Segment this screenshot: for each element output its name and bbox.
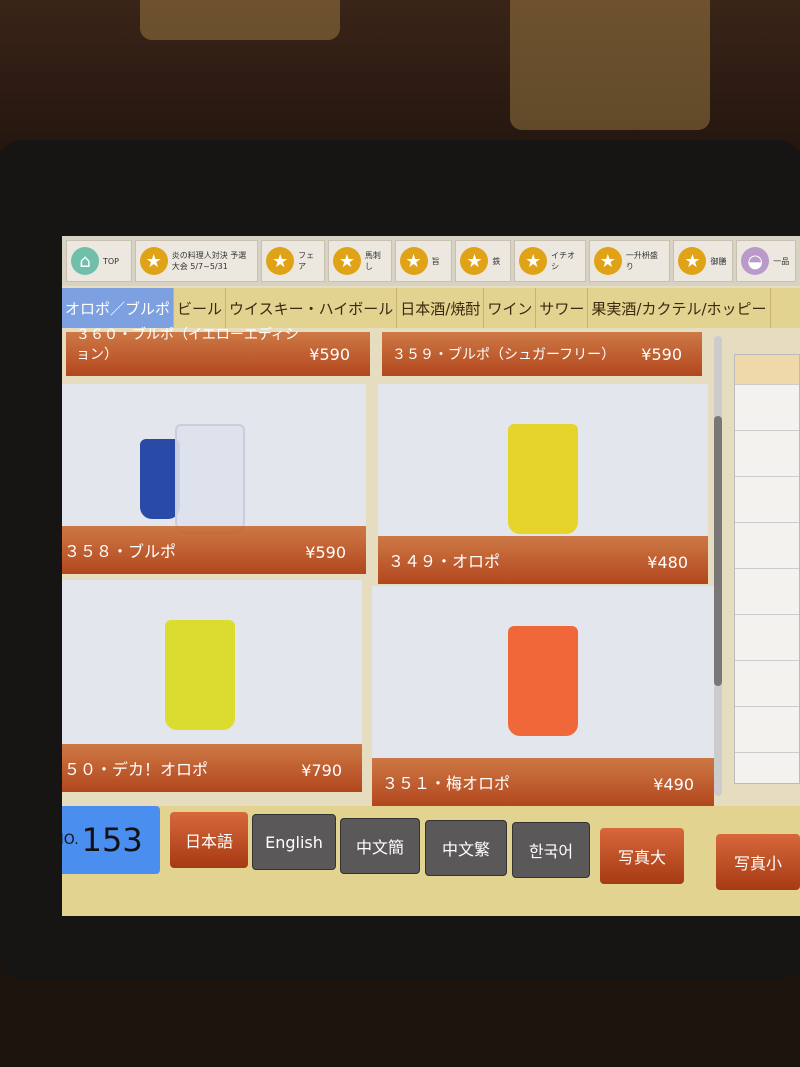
- lang-zh-traditional-button[interactable]: 中文繁: [425, 820, 507, 876]
- photo-large-button[interactable]: 写真大: [600, 828, 684, 884]
- category-wine[interactable]: ワイン: [484, 288, 537, 328]
- lang-korean-button[interactable]: 한국어: [512, 822, 590, 878]
- tab-fair[interactable]: ★ フェア: [261, 240, 325, 282]
- table-number-value: 153: [81, 821, 143, 859]
- menu-grid: ３６０・ブルポ（イエローエディション） ¥590 ３５９・ブルポ（シュガーフリー）…: [62, 327, 714, 806]
- category-cocktail[interactable]: 果実酒/カクテル/ホッピー: [588, 288, 771, 328]
- item-name: ３５０・デカ！オロポ: [62, 760, 209, 779]
- tab-basashi[interactable]: ★ 馬刺し: [327, 240, 392, 282]
- item-name: ３４９・オロポ: [388, 552, 501, 571]
- bottom-bar: NO.153 日本語 English 中文簡 中文繁 한국어 写真大 写真小: [62, 806, 800, 916]
- item-price: ¥590: [641, 345, 682, 364]
- glass: [140, 0, 340, 40]
- menu-item[interactable]: ３５１・梅オロポ ¥490: [372, 586, 714, 806]
- star-icon: ★: [519, 247, 548, 275]
- star-icon: ★: [399, 247, 428, 275]
- category-sake[interactable]: 日本酒/焼酎: [397, 288, 485, 328]
- tab-top[interactable]: ⌂ TOP: [66, 240, 132, 282]
- star-icon: ★: [460, 247, 489, 275]
- dish-icon: ◒: [741, 247, 770, 275]
- top-tabs: ⌂ TOP ★ 炎の料理人対決 予選大会 5/7~5/31 ★ フェア ★ 馬刺し ★ 旨…: [62, 236, 800, 286]
- glass-image: [175, 424, 245, 534]
- lang-japanese-button[interactable]: 日本語: [170, 812, 248, 868]
- table-number: NO.153: [62, 806, 160, 874]
- category-whisky[interactable]: ウイスキー・ハイボール: [226, 288, 398, 328]
- item-price: ¥490: [653, 775, 694, 794]
- tab-6[interactable]: ★ 鉄: [455, 240, 512, 282]
- photo-small-button[interactable]: 写真小: [716, 834, 800, 890]
- menu-item[interactable]: ３４９・オロポ ¥480: [378, 384, 708, 584]
- star-icon: ★: [332, 247, 361, 275]
- tab-ippin[interactable]: ◒ 一品: [736, 240, 796, 282]
- tab-recommend[interactable]: ★ イチオシ: [514, 240, 586, 282]
- category-oropo[interactable]: オロポ／ブルポ: [62, 288, 175, 328]
- table-surface: [0, 0, 800, 150]
- table-number-prefix: NO.: [62, 832, 79, 848]
- item-name: ３５１・梅オロポ: [382, 774, 511, 793]
- menu-item[interactable]: ３６０・ブルポ（イエローエディション） ¥590: [66, 327, 370, 376]
- drink-image: [165, 620, 235, 730]
- star-icon: ★: [593, 247, 622, 275]
- drink-image: [508, 626, 578, 736]
- tab-event[interactable]: ★ 炎の料理人対決 予選大会 5/7~5/31: [134, 240, 259, 282]
- item-name: ３５９・ブルポ（シュガーフリー）: [392, 347, 616, 363]
- tab-masu[interactable]: ★ 一升枡盛り: [588, 240, 671, 282]
- star-icon: ★: [266, 247, 295, 275]
- category-beer[interactable]: ビール: [174, 288, 227, 328]
- item-name: ３６０・ブルポ（イエローエディション）: [76, 327, 299, 363]
- item-price: ¥590: [305, 543, 346, 562]
- tab-gozen[interactable]: ★ 御膳: [673, 240, 734, 282]
- drink-image: [508, 424, 578, 534]
- star-icon: ★: [139, 247, 168, 275]
- order-list-panel: [734, 354, 800, 784]
- item-price: ¥790: [301, 761, 342, 780]
- lang-english-button[interactable]: English: [252, 814, 336, 870]
- category-tabs: オロポ／ブルポ ビール ウイスキー・ハイボール 日本酒/焼酎 ワイン サワー 果…: [62, 288, 800, 328]
- item-name: ３５８・ブルポ: [64, 542, 177, 561]
- home-icon: ⌂: [71, 247, 99, 275]
- item-price: ¥590: [309, 345, 350, 364]
- star-icon: ★: [678, 247, 707, 275]
- tab-5[interactable]: ★ 旨: [394, 240, 453, 282]
- order-screen: ⌂ TOP ★ 炎の料理人対決 予選大会 5/7~5/31 ★ フェア ★ 馬刺し ★ 旨…: [62, 236, 800, 916]
- lang-zh-simplified-button[interactable]: 中文簡: [340, 818, 420, 874]
- menu-item[interactable]: ３５８・ブルポ ¥590: [62, 384, 366, 574]
- scrollbar[interactable]: [714, 336, 722, 796]
- menu-item[interactable]: ３５９・ブルポ（シュガーフリー） ¥590: [382, 332, 702, 376]
- scrollbar-thumb[interactable]: [714, 416, 722, 686]
- glass: [510, 0, 710, 130]
- menu-item[interactable]: ３５０・デカ！オロポ ¥790: [62, 580, 362, 792]
- item-price: ¥480: [647, 553, 688, 572]
- can-image: [140, 439, 180, 519]
- category-sour[interactable]: サワー: [536, 288, 589, 328]
